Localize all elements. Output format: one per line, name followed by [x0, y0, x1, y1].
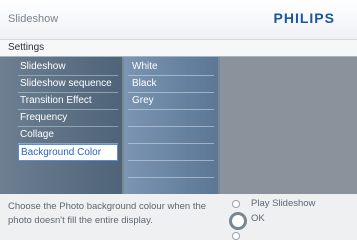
option-empty [128, 144, 214, 161]
menu-item-background-color[interactable]: Background Color [18, 144, 118, 161]
ok-knob-icon[interactable] [229, 212, 247, 230]
down-button-icon[interactable] [232, 232, 240, 240]
help-text: Choose the Photo background colour when … [8, 201, 207, 226]
menu-item-slideshow[interactable]: Slideshow [18, 59, 118, 76]
menu-item-transition-effect[interactable]: Transition Effect [18, 93, 118, 110]
option-empty [128, 127, 214, 144]
play-slideshow-label[interactable]: Play Slideshow [251, 198, 315, 209]
navigation-control: Play Slideshow OK [229, 198, 349, 240]
brand-logo: PHILIPS [273, 10, 335, 26]
up-button-icon[interactable] [232, 200, 240, 208]
menu-item-collage[interactable]: Collage [18, 127, 118, 144]
option-empty [128, 178, 214, 195]
option-white[interactable]: White [128, 59, 214, 76]
option-grey[interactable]: Grey [128, 93, 214, 110]
option-black[interactable]: Black [128, 76, 214, 93]
preview-column [220, 57, 357, 194]
app-title: Slideshow [8, 13, 59, 25]
screen: Slideshow PHILIPS Settings Slideshow Sli… [0, 0, 357, 240]
option-empty [128, 110, 214, 127]
breadcrumb: Settings [0, 39, 357, 57]
ok-label[interactable]: OK [251, 213, 265, 224]
option-empty [128, 161, 214, 178]
footer: Choose the Photo background colour when … [0, 194, 357, 240]
menu-item-slideshow-sequence[interactable]: Slideshow sequence [18, 76, 118, 93]
menu-item-frequency[interactable]: Frequency [18, 110, 118, 127]
settings-label: Settings [8, 42, 45, 53]
menu-panel: Slideshow Slideshow sequence Transition … [0, 57, 357, 195]
title-bar: Slideshow PHILIPS [0, 0, 357, 39]
